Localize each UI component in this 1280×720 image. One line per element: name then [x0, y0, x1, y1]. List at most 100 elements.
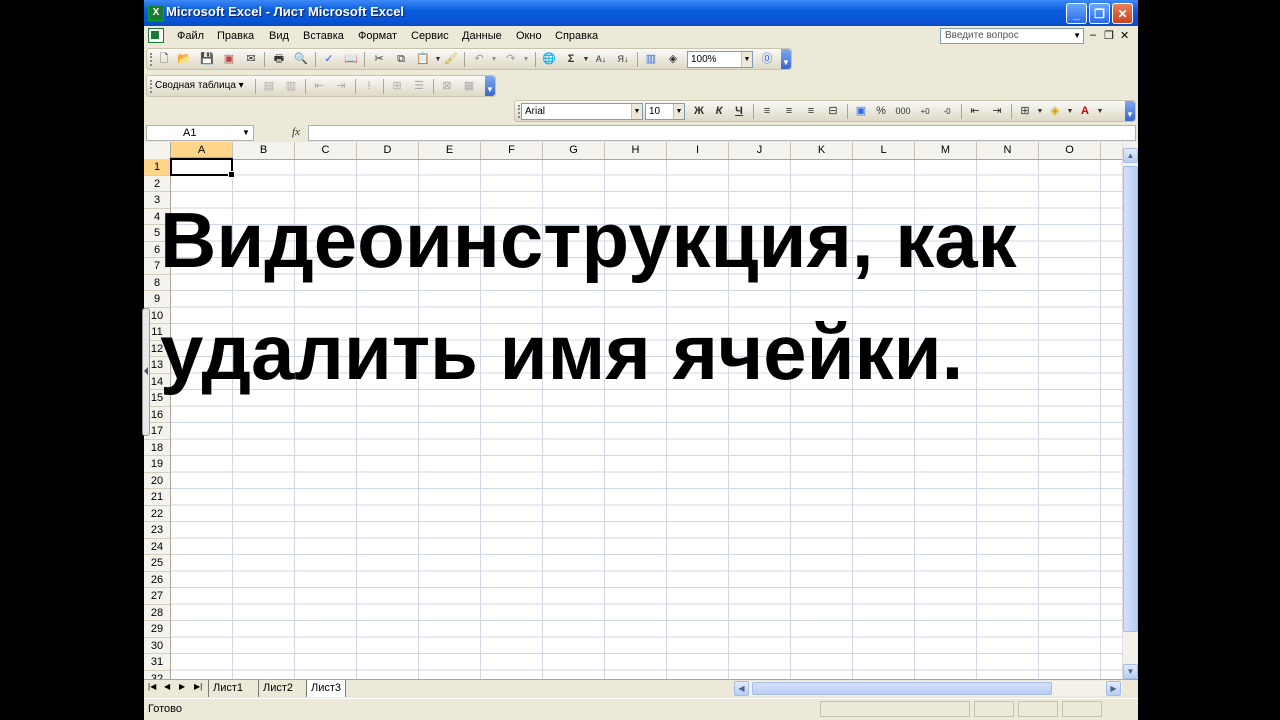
sort-asc-icon[interactable]: A↓	[593, 52, 609, 67]
pivot-table-menu[interactable]: Сводная таблица ▾	[155, 80, 244, 91]
field-settings-icon[interactable]: ⊞	[389, 79, 405, 94]
formula-input[interactable]	[308, 125, 1136, 141]
chevron-down-icon[interactable]: ▼	[518, 52, 534, 67]
horizontal-scroll-thumb[interactable]	[752, 682, 1052, 695]
underline-button[interactable]: Ч	[731, 104, 747, 119]
row-header[interactable]: 32	[144, 671, 170, 680]
column-header-o[interactable]: O	[1039, 142, 1101, 159]
minimize-button[interactable]: _	[1066, 3, 1087, 24]
scroll-left-icon[interactable]: ◀	[734, 681, 749, 696]
column-header-c[interactable]: C	[295, 142, 357, 159]
copy-icon[interactable]: ⧉	[393, 52, 409, 67]
increase-indent-icon[interactable]: ⇥	[989, 104, 1005, 119]
column-header-j[interactable]: J	[729, 142, 791, 159]
column-header-h[interactable]: H	[605, 142, 667, 159]
row-header[interactable]: 21	[144, 489, 170, 506]
toolbar-options-button[interactable]: ▼	[781, 49, 791, 69]
save-icon[interactable]: 💾	[199, 52, 215, 67]
permission-icon[interactable]: ▣	[221, 52, 237, 67]
align-center-icon[interactable]: ≡	[781, 104, 797, 119]
pivot-chart-icon[interactable]: ▥	[283, 79, 299, 94]
row-header[interactable]: 28	[144, 605, 170, 621]
chevron-down-icon[interactable]: ▼	[1032, 104, 1048, 119]
percent-button[interactable]: %	[873, 104, 889, 119]
column-header-i[interactable]: I	[667, 142, 729, 159]
next-sheet-icon[interactable]: ▶	[179, 682, 185, 691]
merge-center-icon[interactable]: ⊟	[825, 104, 841, 119]
chevron-down-icon[interactable]: ▼	[673, 104, 684, 119]
column-header-k[interactable]: K	[791, 142, 853, 159]
refresh-icon[interactable]: !	[361, 79, 377, 94]
chevron-down-icon[interactable]: ▼	[578, 52, 594, 67]
hide-detail-icon[interactable]: ⇤	[311, 79, 327, 94]
column-header-d[interactable]: D	[357, 142, 419, 159]
sheet-tab-3[interactable]: Лист3	[306, 680, 347, 697]
field-list-icon[interactable]: ☰	[411, 79, 427, 94]
chevron-down-icon[interactable]: ▼	[741, 52, 752, 67]
research-icon[interactable]: 📖	[343, 52, 359, 67]
name-box[interactable]: A1 ▼	[146, 125, 254, 141]
menu-tools[interactable]: Сервис	[411, 30, 449, 42]
menu-insert[interactable]: Вставка	[303, 30, 344, 42]
toolbar-grip[interactable]	[150, 80, 154, 93]
italic-button[interactable]: К	[711, 104, 727, 119]
row-header[interactable]: 29	[144, 621, 170, 638]
font-size-combo[interactable]: 10 ▼	[645, 103, 685, 120]
fill-color-icon[interactable]: ◈	[1047, 104, 1063, 119]
chevron-down-icon[interactable]: ▼	[239, 126, 253, 140]
horizontal-scrollbar[interactable]: ◀ ▶	[734, 681, 1122, 696]
format-painter-icon[interactable]: 🖌	[443, 52, 459, 67]
row-header[interactable]: 23	[144, 522, 170, 539]
print-preview-icon[interactable]: 🔍	[293, 52, 309, 67]
row-header[interactable]: 26	[144, 572, 170, 588]
column-header-a[interactable]: A	[171, 142, 233, 159]
column-header-n[interactable]: N	[977, 142, 1039, 159]
toolbar-grip[interactable]	[150, 53, 154, 66]
help-search-input[interactable]: Введите вопрос ▼	[940, 28, 1084, 44]
select-all-corner[interactable]	[144, 142, 171, 159]
column-header-g[interactable]: G	[543, 142, 605, 159]
row-header[interactable]: 31	[144, 654, 170, 671]
title-bar[interactable]: X Microsoft Excel - Лист Microsoft Excel…	[144, 0, 1138, 26]
currency-icon[interactable]: ▣	[853, 104, 869, 119]
last-sheet-icon[interactable]: ▶|	[194, 682, 202, 691]
decrease-indent-icon[interactable]: ⇤	[967, 104, 983, 119]
include-hidden-icon[interactable]: ⊠	[439, 79, 455, 94]
chevron-down-icon[interactable]: ▼	[486, 52, 502, 67]
sheet-tab-1[interactable]: Лист1	[208, 680, 247, 697]
column-header-m[interactable]: M	[915, 142, 977, 159]
row-header[interactable]: 20	[144, 473, 170, 489]
menu-data[interactable]: Данные	[462, 30, 502, 42]
zoom-combo[interactable]: 100% ▼	[687, 51, 753, 68]
mdi-close-button[interactable]: ✕	[1120, 29, 1129, 42]
scroll-down-icon[interactable]: ▼	[1123, 664, 1138, 679]
side-handle[interactable]	[142, 308, 150, 436]
row-header[interactable]: 27	[144, 588, 170, 605]
chevron-down-icon[interactable]: ▼	[1073, 29, 1081, 43]
font-color-icon[interactable]: A	[1077, 104, 1093, 119]
help-icon[interactable]: ⓪	[759, 52, 775, 67]
column-header-b[interactable]: B	[233, 142, 295, 159]
show-detail-icon[interactable]: ⇥	[333, 79, 349, 94]
drawing-icon[interactable]: ◈	[665, 52, 681, 67]
chart-wizard-icon[interactable]: ▥	[643, 52, 659, 67]
active-cell-a1[interactable]	[170, 158, 235, 178]
toolbar-options-button[interactable]: ▼	[485, 76, 495, 96]
redo-icon[interactable]: ↷	[503, 52, 519, 67]
sort-desc-icon[interactable]: Я↓	[615, 52, 631, 67]
chevron-down-icon[interactable]: ▼	[631, 104, 642, 119]
pivot-format-icon[interactable]: ▤	[261, 79, 277, 94]
thousands-button[interactable]: 000	[895, 104, 911, 119]
decrease-decimal-icon[interactable]: -0	[939, 104, 955, 119]
row-header[interactable]: 19	[144, 456, 170, 473]
row-header[interactable]: 1	[144, 159, 170, 176]
column-header-e[interactable]: E	[419, 142, 481, 159]
spelling-icon[interactable]: ✓	[321, 52, 337, 67]
row-header[interactable]: 30	[144, 638, 170, 654]
menu-edit[interactable]: Правка	[217, 30, 254, 42]
menu-help[interactable]: Справка	[555, 30, 598, 42]
prev-sheet-icon[interactable]: ◀	[164, 682, 170, 691]
always-display-icon[interactable]: ▦	[461, 79, 477, 94]
menu-view[interactable]: Вид	[269, 30, 289, 42]
borders-icon[interactable]: ⊞	[1017, 104, 1033, 119]
